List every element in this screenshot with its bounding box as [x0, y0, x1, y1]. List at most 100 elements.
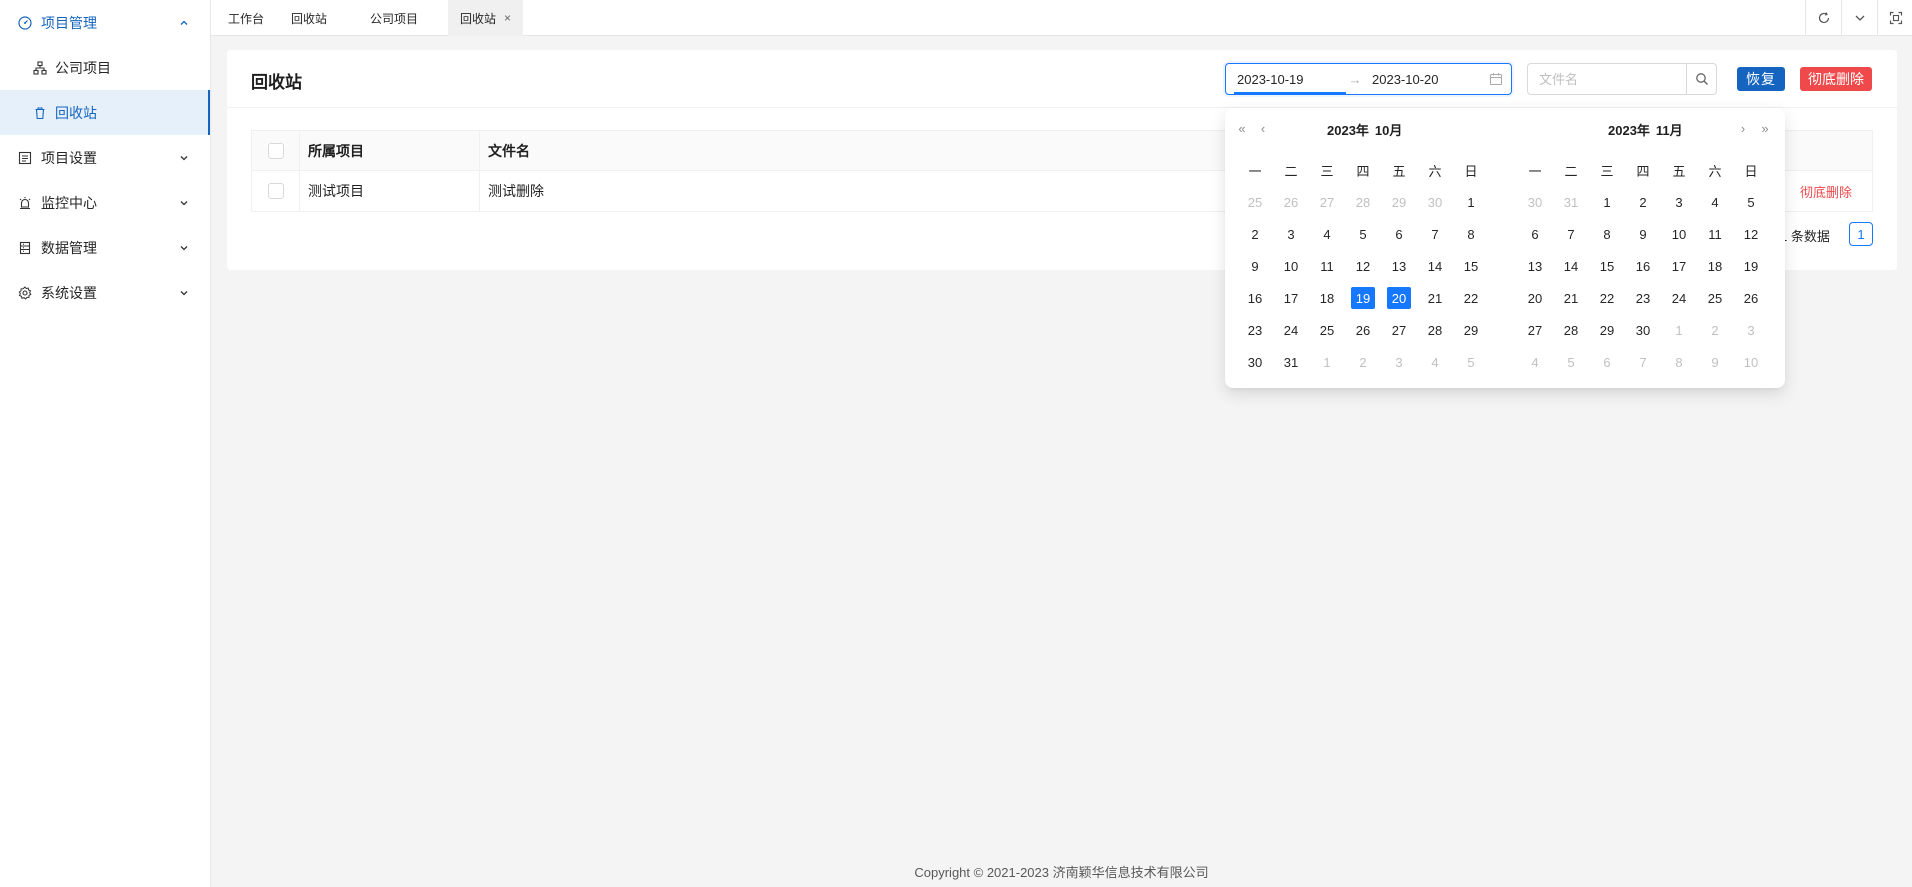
- tab-company-projects[interactable]: 公司项目: [370, 0, 418, 36]
- calendar-day[interactable]: 13: [1517, 250, 1553, 282]
- calendar-day[interactable]: 2: [1697, 314, 1733, 346]
- calendar-day-selected[interactable]: 20: [1381, 282, 1417, 314]
- range-start-input[interactable]: 2023-10-19: [1226, 64, 1346, 94]
- calendar-day[interactable]: 3: [1733, 314, 1769, 346]
- select-all-checkbox[interactable]: [267, 142, 284, 159]
- calendar-day[interactable]: 3: [1381, 346, 1417, 378]
- calendar-day[interactable]: 7: [1553, 218, 1589, 250]
- calendar-day[interactable]: 9: [1697, 346, 1733, 378]
- calendar-day[interactable]: 16: [1625, 250, 1661, 282]
- calendar-day[interactable]: 21: [1417, 282, 1453, 314]
- calendar-day[interactable]: 30: [1625, 314, 1661, 346]
- nav-project-settings[interactable]: 项目设置: [0, 135, 210, 180]
- calendar-day[interactable]: 17: [1273, 282, 1309, 314]
- calendar-day[interactable]: 12: [1733, 218, 1769, 250]
- calendar-day[interactable]: 31: [1273, 346, 1309, 378]
- calendar-day[interactable]: 21: [1553, 282, 1589, 314]
- calendar-day[interactable]: 2: [1237, 218, 1273, 250]
- fullscreen-button[interactable]: [1877, 0, 1912, 36]
- calendar-day[interactable]: 14: [1417, 250, 1453, 282]
- calendar-day[interactable]: 2: [1625, 186, 1661, 218]
- prev-year-button[interactable]: «: [1235, 121, 1249, 136]
- next-month-button[interactable]: ›: [1736, 121, 1750, 136]
- permanent-delete-button[interactable]: 彻底删除: [1800, 67, 1872, 91]
- calendar-day[interactable]: 27: [1381, 314, 1417, 346]
- left-year[interactable]: 2023年: [1327, 123, 1369, 138]
- calendar-day[interactable]: 1: [1309, 346, 1345, 378]
- calendar-day[interactable]: 5: [1345, 218, 1381, 250]
- calendar-day[interactable]: 29: [1589, 314, 1625, 346]
- calendar-day[interactable]: 22: [1453, 282, 1489, 314]
- calendar-day[interactable]: 5: [1553, 346, 1589, 378]
- calendar-day[interactable]: 13: [1381, 250, 1417, 282]
- calendar-day[interactable]: 8: [1453, 218, 1489, 250]
- calendar-day[interactable]: 4: [1517, 346, 1553, 378]
- calendar-day[interactable]: 29: [1381, 186, 1417, 218]
- calendar-day[interactable]: 10: [1661, 218, 1697, 250]
- calendar-day-selected[interactable]: 19: [1345, 282, 1381, 314]
- calendar-day[interactable]: 6: [1517, 218, 1553, 250]
- calendar-day[interactable]: 27: [1309, 186, 1345, 218]
- tabs-dropdown-button[interactable]: [1841, 0, 1877, 36]
- left-month[interactable]: 10月: [1375, 123, 1402, 138]
- calendar-day[interactable]: 6: [1381, 218, 1417, 250]
- calendar-day[interactable]: 26: [1345, 314, 1381, 346]
- nav-monitor-center[interactable]: 监控中心: [0, 180, 210, 225]
- calendar-day[interactable]: 28: [1345, 186, 1381, 218]
- calendar-day[interactable]: 8: [1589, 218, 1625, 250]
- calendar-day[interactable]: 26: [1733, 282, 1769, 314]
- right-month[interactable]: 11月: [1656, 123, 1683, 138]
- nav-recycle-bin[interactable]: 回收站: [0, 90, 210, 135]
- right-year[interactable]: 2023年: [1608, 123, 1650, 138]
- nav-company-projects[interactable]: 公司项目: [0, 45, 210, 90]
- calendar-day[interactable]: 1: [1453, 186, 1489, 218]
- calendar-day[interactable]: 20: [1517, 282, 1553, 314]
- search-button[interactable]: [1686, 64, 1716, 94]
- date-range-picker[interactable]: 2023-10-19 → 2023-10-20: [1225, 63, 1512, 95]
- calendar-day[interactable]: 7: [1625, 346, 1661, 378]
- calendar-day[interactable]: 4: [1309, 218, 1345, 250]
- calendar-day[interactable]: 19: [1733, 250, 1769, 282]
- calendar-day[interactable]: 6: [1589, 346, 1625, 378]
- calendar-day[interactable]: 18: [1309, 282, 1345, 314]
- calendar-day[interactable]: 15: [1453, 250, 1489, 282]
- filename-search-input[interactable]: [1528, 64, 1686, 94]
- calendar-day[interactable]: 30: [1517, 186, 1553, 218]
- calendar-day[interactable]: 28: [1417, 314, 1453, 346]
- calendar-day[interactable]: 10: [1733, 346, 1769, 378]
- close-icon[interactable]: ×: [504, 11, 511, 25]
- calendar-day[interactable]: 23: [1625, 282, 1661, 314]
- calendar-day[interactable]: 25: [1309, 314, 1345, 346]
- calendar-day[interactable]: 16: [1237, 282, 1273, 314]
- tab-workbench[interactable]: 工作台: [228, 0, 264, 36]
- calendar-day[interactable]: 5: [1733, 186, 1769, 218]
- calendar-day[interactable]: 25: [1697, 282, 1733, 314]
- row-checkbox[interactable]: [267, 183, 284, 199]
- calendar-day[interactable]: 1: [1661, 314, 1697, 346]
- calendar-day[interactable]: 2: [1345, 346, 1381, 378]
- calendar-day[interactable]: 3: [1661, 186, 1697, 218]
- tab-recycle-bin[interactable]: 回收站: [291, 0, 327, 36]
- calendar-day[interactable]: 12: [1345, 250, 1381, 282]
- calendar-day[interactable]: 5: [1453, 346, 1489, 378]
- range-end-input[interactable]: 2023-10-20: [1372, 64, 1481, 94]
- tab-recycle-bin-active[interactable]: 回收站 ×: [448, 0, 524, 36]
- calendar-day[interactable]: 1: [1589, 186, 1625, 218]
- calendar-day[interactable]: 10: [1273, 250, 1309, 282]
- nav-data-management[interactable]: 数据管理: [0, 225, 210, 270]
- calendar-day[interactable]: 30: [1417, 186, 1453, 218]
- calendar-day[interactable]: 25: [1237, 186, 1273, 218]
- calendar-day[interactable]: 26: [1273, 186, 1309, 218]
- calendar-day[interactable]: 27: [1517, 314, 1553, 346]
- calendar-day[interactable]: 28: [1553, 314, 1589, 346]
- calendar-day[interactable]: 24: [1273, 314, 1309, 346]
- calendar-day[interactable]: 14: [1553, 250, 1589, 282]
- calendar-day[interactable]: 11: [1309, 250, 1345, 282]
- calendar-day[interactable]: 8: [1661, 346, 1697, 378]
- nav-project-management[interactable]: 项目管理: [0, 0, 210, 45]
- next-year-button[interactable]: »: [1758, 121, 1772, 136]
- pager-page-1[interactable]: 1: [1849, 222, 1873, 246]
- prev-month-button[interactable]: ‹: [1256, 121, 1270, 136]
- calendar-day[interactable]: 22: [1589, 282, 1625, 314]
- calendar-day[interactable]: 30: [1237, 346, 1273, 378]
